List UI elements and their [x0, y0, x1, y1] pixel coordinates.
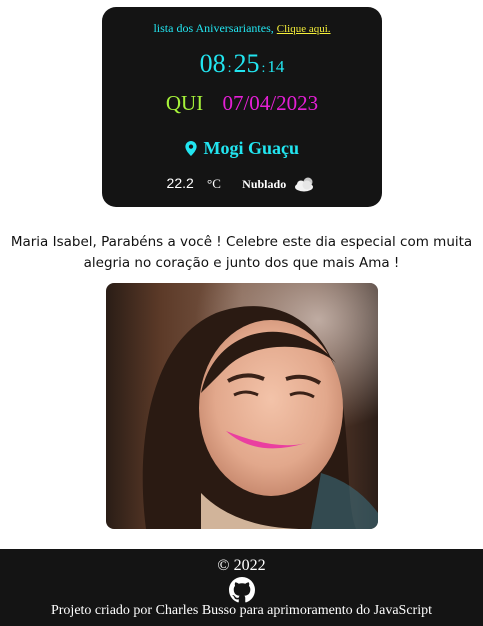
cloud-sun-icon — [289, 176, 317, 192]
temperature-unit: °C — [207, 176, 221, 191]
city-location: Mogi Guaçu — [102, 138, 382, 159]
clock-separator: : — [261, 61, 266, 76]
birthday-list-line: lista dos Aniversariantes, Clique aqui. — [102, 21, 382, 36]
temperature-value: 22.2 — [166, 175, 194, 191]
weather-row: 22.2 °C Nublado — [102, 175, 382, 192]
clock-seconds: 14 — [267, 57, 285, 76]
clock-hours: 08 — [199, 49, 226, 78]
date-row: QUI 07/04/2023 — [102, 91, 382, 116]
project-credit: Projeto criado por Charles Busso para ap… — [50, 603, 432, 618]
clock-separator: : — [227, 61, 232, 76]
weekday: QUI — [165, 91, 204, 115]
city-name: Mogi Guaçu — [203, 138, 299, 158]
birthday-list-link[interactable]: Clique aqui. — [277, 23, 331, 35]
current-date: 07/04/2023 — [222, 91, 319, 115]
digital-clock: 08:25:14 — [102, 49, 382, 79]
birthday-person-photo — [106, 283, 378, 529]
copyright-text: © 2022 — [217, 557, 266, 574]
birthday-card: lista dos Aniversariantes, Clique aqui. … — [102, 7, 382, 207]
page-footer: © 2022 Projeto criado por Charles Busso … — [0, 549, 483, 626]
birthday-list-text: lista dos Aniversariantes, — [153, 21, 274, 35]
clock-minutes: 25 — [233, 49, 260, 78]
weather-condition: Nublado — [242, 177, 287, 191]
birthday-message: Maria Isabel, Parabéns a você ! Celebre … — [10, 234, 473, 271]
location-pin-icon — [185, 138, 204, 158]
